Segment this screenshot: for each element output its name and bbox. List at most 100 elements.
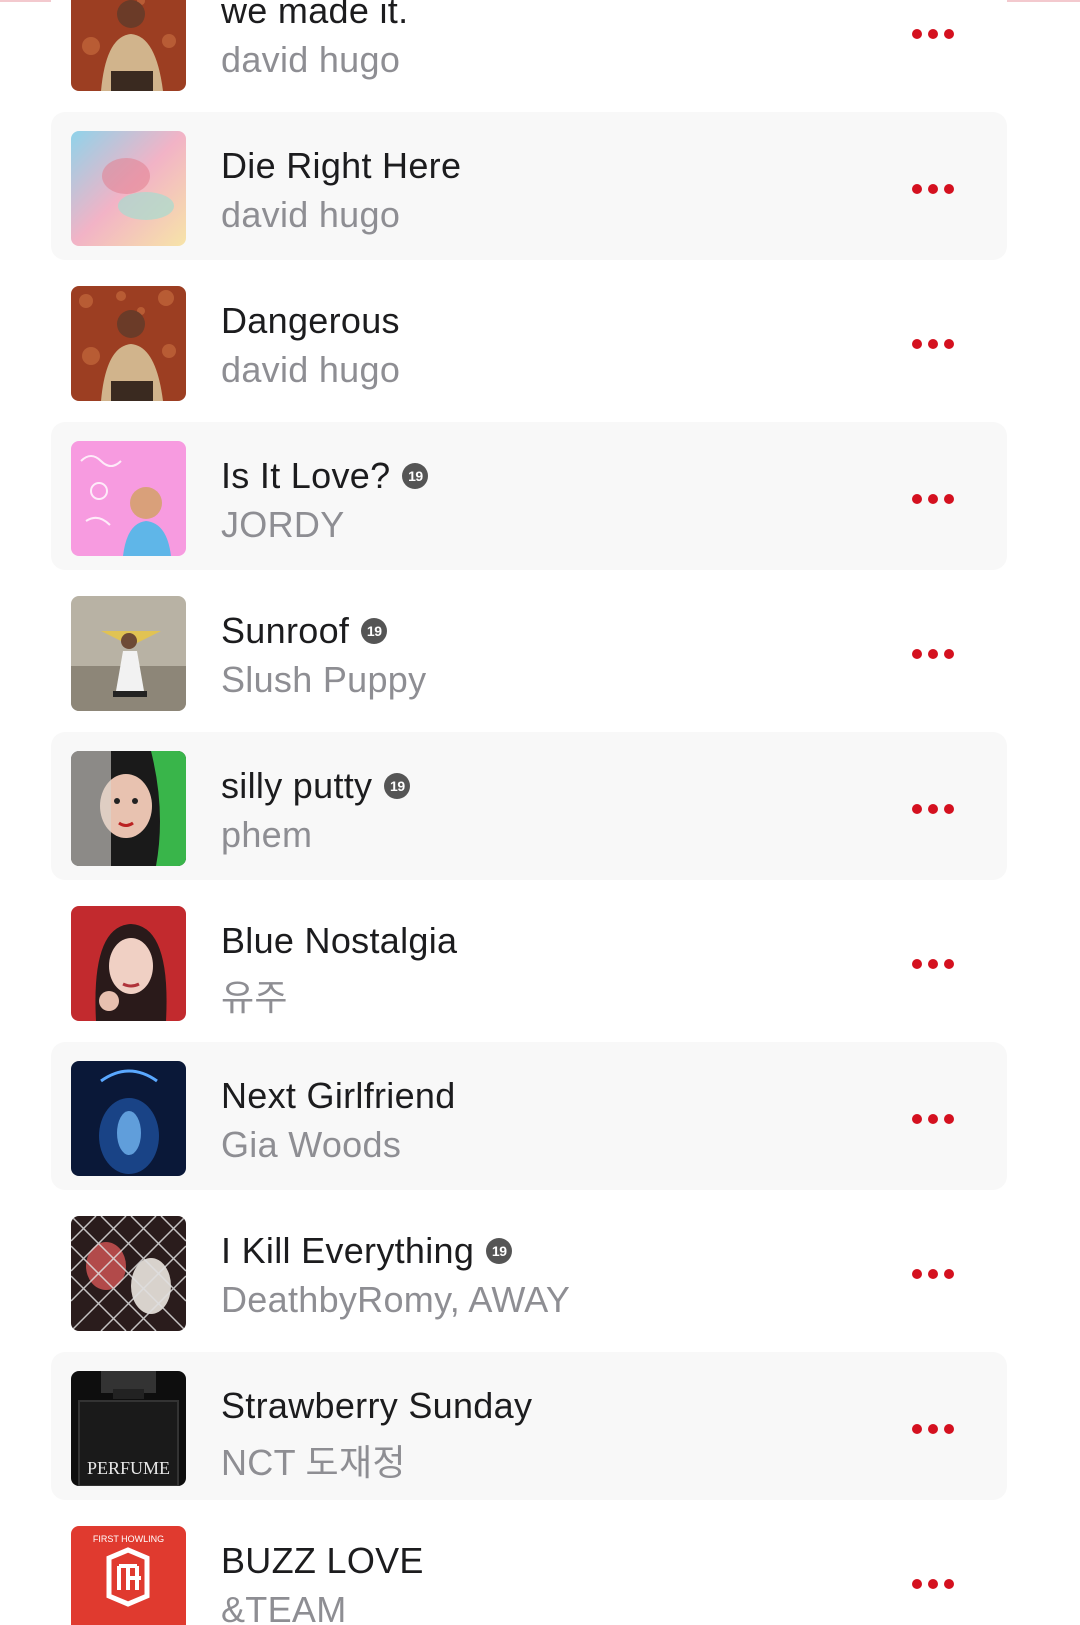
album-artwork[interactable]: FIRST HOWLING [71, 1526, 186, 1625]
track-row-11[interactable]: FIRST HOWLING BUZZ LOVE &TEAM [51, 1507, 1007, 1625]
title-line: Die Right Here [221, 143, 897, 189]
album-artwork[interactable]: PERFUME [71, 1371, 186, 1486]
more-options-button[interactable] [893, 321, 973, 367]
more-options-icon [912, 1269, 954, 1279]
track-artist: NCT 도재정 [221, 1442, 406, 1483]
title-line: Is It Love? 19 [221, 453, 897, 499]
more-options-icon [912, 959, 954, 969]
album-art-street-photo-icon [71, 596, 186, 711]
track-title: Strawberry Sunday [221, 1385, 533, 1426]
album-art-red-logo-icon: FIRST HOWLING [71, 1526, 186, 1625]
more-options-icon [912, 1424, 954, 1434]
track-title: Is It Love? [221, 455, 391, 496]
track-text: Sunroof 19 Slush Puppy [221, 608, 897, 701]
track-title: Die Right Here [221, 145, 462, 186]
track-artist: &TEAM [221, 1589, 347, 1625]
album-artwork[interactable] [71, 751, 186, 866]
title-line: Dangerous [221, 298, 897, 344]
album-art-man-red-pattern-icon [71, 286, 186, 401]
title-line: I Kill Everything 19 [221, 1228, 897, 1274]
title-line: Blue Nostalgia [221, 918, 897, 964]
track-artist: Gia Woods [221, 1124, 402, 1165]
more-options-button[interactable] [893, 1251, 973, 1297]
explicit-badge: 19 [361, 618, 388, 644]
track-text: Blue Nostalgia 유주 [221, 918, 897, 1021]
track-text: silly putty 19 phem [221, 763, 897, 856]
track-row-9[interactable]: I Kill Everything 19 DeathbyRomy, AWAY [51, 1197, 1007, 1345]
album-art-chain-fence-icon [71, 1216, 186, 1331]
album-artwork[interactable] [71, 286, 186, 401]
explicit-badge: 19 [384, 773, 411, 799]
album-artwork[interactable] [71, 131, 186, 246]
track-title: we made it. [221, 0, 409, 31]
track-text: I Kill Everything 19 DeathbyRomy, AWAY [221, 1228, 897, 1321]
album-art-pink-doodle-icon [71, 441, 186, 556]
album-art-green-hair-portrait-icon [71, 751, 186, 866]
track-row-5[interactable]: Sunroof 19 Slush Puppy [51, 577, 1007, 725]
album-artwork[interactable] [71, 1061, 186, 1176]
track-artist: JORDY [221, 504, 345, 545]
more-options-icon [912, 649, 954, 659]
track-title: silly putty [221, 765, 373, 806]
title-line: BUZZ LOVE [221, 1538, 897, 1584]
title-line: Sunroof 19 [221, 608, 897, 654]
album-artwork[interactable] [71, 596, 186, 711]
more-options-icon [912, 184, 954, 194]
track-row-7[interactable]: Blue Nostalgia 유주 [51, 887, 1007, 1035]
track-list: we made it. david hugo Die Right Here da… [0, 0, 1080, 1625]
track-row-8[interactable]: Next Girlfriend Gia Woods [51, 1042, 1007, 1190]
title-line: silly putty 19 [221, 763, 897, 809]
track-text: Strawberry Sunday NCT 도재정 [221, 1383, 897, 1486]
more-options-button[interactable] [893, 1096, 973, 1142]
album-art-perfume-bottle-icon: PERFUME [71, 1371, 186, 1486]
track-row-6[interactable]: silly putty 19 phem [51, 732, 1007, 880]
track-row-10[interactable]: PERFUME Strawberry Sunday NCT 도재정 [51, 1352, 1007, 1500]
track-title: Dangerous [221, 300, 400, 341]
album-artwork[interactable] [71, 906, 186, 1021]
track-artist: 유주 [221, 977, 288, 1018]
track-row-2[interactable]: Die Right Here david hugo [51, 112, 1007, 260]
more-options-button[interactable] [893, 631, 973, 677]
title-line: Strawberry Sunday [221, 1383, 897, 1429]
more-options-button[interactable] [893, 941, 973, 987]
album-art-man-red-pattern-icon [71, 0, 186, 91]
artwork-text: PERFUME [87, 1458, 170, 1478]
track-title: I Kill Everything [221, 1230, 475, 1271]
more-options-icon [912, 1114, 954, 1124]
explicit-badge: 19 [402, 463, 429, 489]
album-artwork[interactable] [71, 441, 186, 556]
more-options-button[interactable] [893, 1561, 973, 1607]
artwork-text: FIRST HOWLING [93, 1534, 164, 1544]
track-row-1[interactable]: we made it. david hugo [51, 0, 1007, 105]
more-options-icon [912, 1579, 954, 1589]
more-options-icon [912, 339, 954, 349]
track-artist: david hugo [221, 349, 401, 390]
more-options-button[interactable] [893, 786, 973, 832]
more-options-button[interactable] [893, 1406, 973, 1452]
track-text: BUZZ LOVE &TEAM [221, 1538, 897, 1625]
more-options-icon [912, 804, 954, 814]
title-line: Next Girlfriend [221, 1073, 897, 1119]
album-art-blue-night-icon [71, 1061, 186, 1176]
track-title: Next Girlfriend [221, 1075, 456, 1116]
track-artist: phem [221, 814, 313, 855]
more-options-icon [912, 494, 954, 504]
more-options-button[interactable] [893, 166, 973, 212]
track-artist: DeathbyRomy, AWAY [221, 1279, 571, 1320]
album-artwork[interactable] [71, 1216, 186, 1331]
explicit-badge: 19 [486, 1238, 513, 1264]
track-artist: Slush Puppy [221, 659, 427, 700]
track-artist: david hugo [221, 194, 401, 235]
track-row-4[interactable]: Is It Love? 19 JORDY [51, 422, 1007, 570]
song-list-screen: we made it. david hugo Die Right Here da… [0, 0, 1080, 1625]
track-text: Next Girlfriend Gia Woods [221, 1073, 897, 1166]
track-text: we made it. david hugo [221, 0, 897, 81]
track-title: Sunroof [221, 610, 350, 651]
track-row-3[interactable]: Dangerous david hugo [51, 267, 1007, 415]
album-art-pastel-cloud-icon [71, 131, 186, 246]
more-options-button[interactable] [893, 11, 973, 57]
track-text: Dangerous david hugo [221, 298, 897, 391]
track-artist: david hugo [221, 39, 401, 80]
album-artwork[interactable] [71, 0, 186, 91]
more-options-button[interactable] [893, 476, 973, 522]
